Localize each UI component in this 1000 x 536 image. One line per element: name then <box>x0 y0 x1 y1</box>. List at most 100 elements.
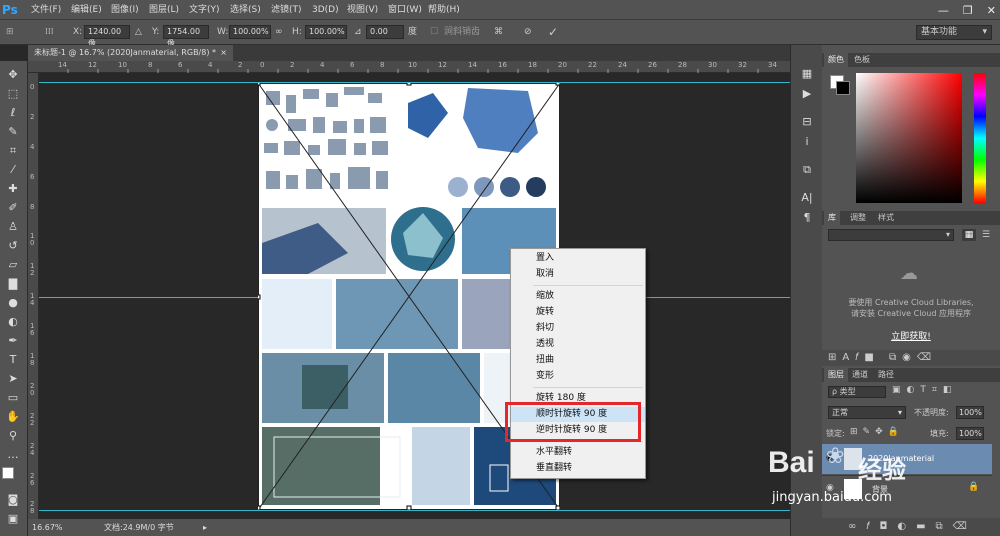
menu-window[interactable]: 窗口(W) <box>388 0 422 20</box>
reference-point-icon[interactable]: ⁞⁞⁞ <box>45 20 54 45</box>
tab-adjustments[interactable]: 调整 <box>846 211 870 225</box>
color-panel-tabs: 颜色 色板 <box>822 53 1000 67</box>
tab-libraries[interactable]: 库 <box>824 211 840 225</box>
history-brush-icon[interactable]: ↺ <box>4 238 22 254</box>
clone-source-icon[interactable]: ⧉ <box>797 161 817 179</box>
tab-styles[interactable]: 样式 <box>874 211 898 225</box>
background-color-swatch[interactable] <box>836 81 850 95</box>
path-select-tool-icon[interactable]: ➤ <box>4 371 22 387</box>
menu-filter[interactable]: 滤镜(T) <box>271 0 302 20</box>
lock-icons[interactable]: ⊞✎✥🔒 <box>850 427 904 437</box>
quick-select-tool-icon[interactable]: ✎ <box>4 124 22 140</box>
tab-channels[interactable]: 通道 <box>848 368 872 382</box>
status-menu-arrow-icon[interactable]: ▸ <box>203 519 207 536</box>
info-panel-icon[interactable]: i <box>797 133 817 151</box>
menu-layer[interactable]: 图层(L) <box>149 0 179 20</box>
quick-mask-icon[interactable]: ◙ <box>4 492 22 508</box>
list-view-icon[interactable]: ☰ <box>979 229 993 241</box>
warp-icon[interactable]: ⌘ <box>494 20 503 45</box>
layer-filter-select[interactable]: ρ 类型 <box>828 386 886 398</box>
gradient-tool-icon[interactable]: ▇ <box>4 276 22 292</box>
get-it-now-link[interactable]: 立即获取! <box>822 329 1000 342</box>
menu-file[interactable]: 文件(F) <box>31 0 61 20</box>
opacity-field[interactable]: 100% <box>956 406 984 419</box>
tab-swatches[interactable]: 色板 <box>850 53 874 67</box>
angle-field[interactable]: 0.00 <box>366 25 404 39</box>
fill-field[interactable]: 100% <box>956 427 984 440</box>
menu-item-flip-vertical[interactable]: 垂直翻转 <box>511 461 645 476</box>
guide-line-bottom[interactable] <box>39 510 790 511</box>
close-button[interactable]: ✕ <box>987 4 996 17</box>
paragraph-panel-icon[interactable]: ¶ <box>797 209 817 227</box>
eyedropper-tool-icon[interactable]: ⁄ <box>4 162 22 178</box>
library-select[interactable]: ▾ <box>828 229 954 241</box>
history-panel-icon[interactable]: ▦ <box>797 65 817 83</box>
width-field[interactable]: 100.00% <box>229 25 271 39</box>
library-footer-icons[interactable]: ⊞A𝑓■ ⧉◉⌫ <box>822 350 1000 366</box>
grid-view-icon[interactable]: ▦ <box>962 229 976 241</box>
link-icon[interactable]: ∞ <box>275 20 283 45</box>
character-panel-icon[interactable]: A| <box>797 189 817 207</box>
menu-item-perspective[interactable]: 透视 <box>511 337 645 352</box>
tab-paths[interactable]: 路径 <box>874 368 898 382</box>
move-tool-icon[interactable]: ✥ <box>4 67 22 83</box>
stamp-tool-icon[interactable]: ♙ <box>4 219 22 235</box>
menu-item-place[interactable]: 置入 <box>511 251 645 266</box>
healing-tool-icon[interactable]: ✚ <box>4 181 22 197</box>
foreground-color-swatch[interactable] <box>2 467 14 479</box>
eraser-tool-icon[interactable]: ▱ <box>4 257 22 273</box>
color-field[interactable] <box>856 73 962 203</box>
x-field[interactable]: 1240.00 像 <box>84 25 130 48</box>
blur-tool-icon[interactable]: ● <box>4 295 22 311</box>
hand-tool-icon[interactable]: ✋ <box>4 409 22 425</box>
workspace-select[interactable]: 基本功能 ▾ <box>916 25 992 40</box>
menu-help[interactable]: 帮助(H) <box>428 0 460 20</box>
menu-image[interactable]: 图像(I) <box>111 0 139 20</box>
tab-layers[interactable]: 图层 <box>824 368 848 382</box>
minimize-button[interactable]: — <box>938 4 949 17</box>
close-tab-icon[interactable]: × <box>220 45 227 61</box>
dodge-tool-icon[interactable]: ◐ <box>4 314 22 330</box>
cancel-transform-icon[interactable]: ⊘ <box>524 20 532 45</box>
crop-tool-icon[interactable]: ⌗ <box>4 143 22 159</box>
menu-item-cancel[interactable]: 取消 <box>511 267 645 282</box>
type-tool-icon[interactable]: T <box>4 352 22 368</box>
pen-tool-icon[interactable]: ✒ <box>4 333 22 349</box>
canvas-area[interactable] <box>39 73 790 519</box>
commit-transform-icon[interactable]: ✓ <box>548 20 558 45</box>
marquee-tool-icon[interactable]: ⬚ <box>4 86 22 102</box>
relative-position-icon[interactable]: △ <box>135 20 142 45</box>
zoom-level[interactable]: 16.67% <box>32 519 63 536</box>
layer-filter-icons[interactable]: ▣◐T⌗◧ <box>892 385 998 397</box>
menu-item-warp[interactable]: 变形 <box>511 369 645 384</box>
hue-slider[interactable] <box>974 73 986 203</box>
document-tab[interactable]: 未标题-1 @ 16.7% (2020Janmaterial, RGB/8) *… <box>28 45 233 61</box>
restore-button[interactable]: ❐ <box>963 4 973 17</box>
more-tools-icon[interactable]: … <box>4 447 22 463</box>
menu-view[interactable]: 视图(V) <box>347 0 378 20</box>
shape-tool-icon[interactable]: ▭ <box>4 390 22 406</box>
tab-color[interactable]: 颜色 <box>824 53 848 67</box>
height-field[interactable]: 100.00% <box>305 25 347 39</box>
brush-tool-icon[interactable]: ✐ <box>4 200 22 216</box>
interp-checkbox[interactable]: ☐ <box>430 20 438 45</box>
menu-edit[interactable]: 编辑(E) <box>71 0 102 20</box>
menu-3d[interactable]: 3D(D) <box>312 0 339 20</box>
menu-item-rotate[interactable]: 旋转 <box>511 305 645 320</box>
properties-panel-icon[interactable]: ⊟ <box>797 113 817 131</box>
screen-mode-icon[interactable]: ▣ <box>4 511 22 527</box>
ruler-label: 18 <box>528 61 537 69</box>
menu-item-skew[interactable]: 斜切 <box>511 321 645 336</box>
menu-item-scale[interactable]: 缩放 <box>511 289 645 304</box>
y-field[interactable]: 1754.00 像 <box>163 25 209 48</box>
menu-select[interactable]: 选择(S) <box>230 0 261 20</box>
menu-item-distort[interactable]: 扭曲 <box>511 353 645 368</box>
blend-mode-select[interactable]: 正常 ▾ <box>828 406 906 419</box>
zoom-tool-icon[interactable]: ⚲ <box>4 428 22 444</box>
menu-type[interactable]: 文字(Y) <box>189 0 220 20</box>
tool-preset-icon[interactable]: ⊞ <box>6 20 14 45</box>
actions-panel-icon[interactable]: ▶ <box>797 85 817 103</box>
lasso-tool-icon[interactable]: ℓ <box>4 105 22 121</box>
layers-footer-icons[interactable]: ∞𝑓◘◐▬⧉⌫ <box>822 518 1000 536</box>
menu-item-flip-horizontal[interactable]: 水平翻转 <box>511 445 645 460</box>
